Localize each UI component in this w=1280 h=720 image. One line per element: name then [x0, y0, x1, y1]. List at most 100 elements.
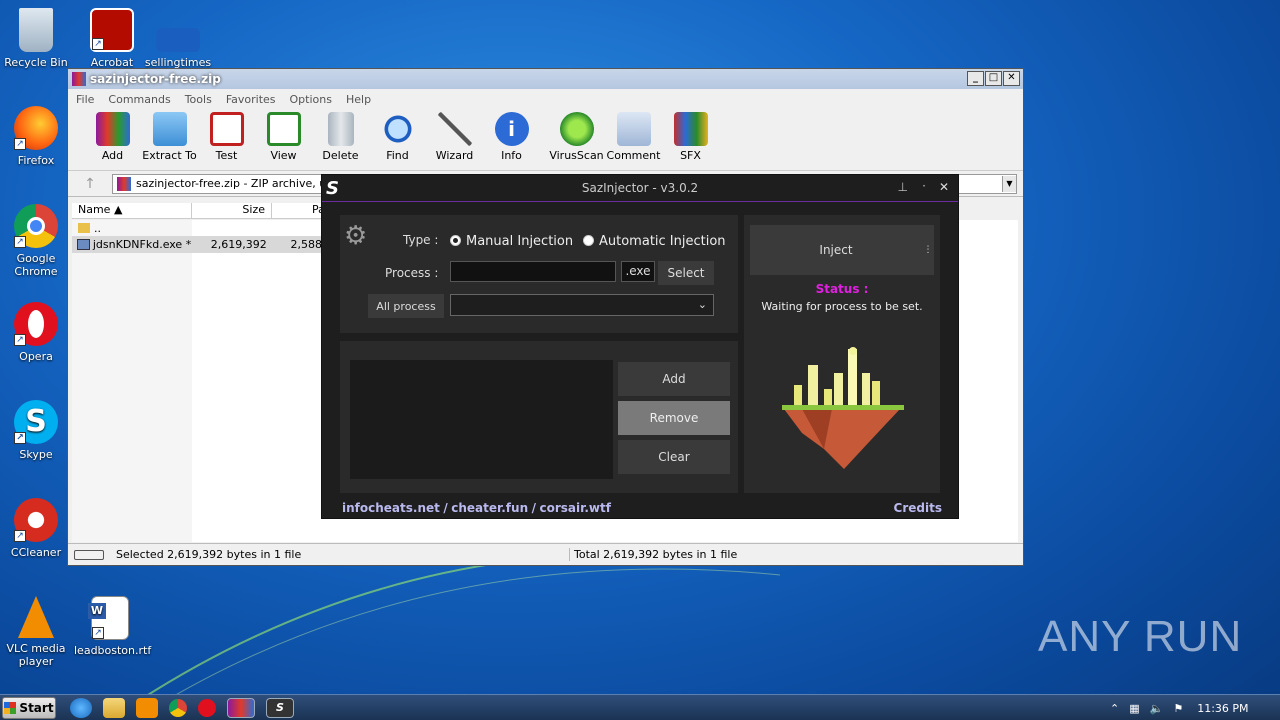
- process-label: Process :: [385, 266, 439, 280]
- clipboard-check-icon: [209, 112, 244, 146]
- automatic-injection-radio[interactable]: Automatic Injection: [583, 234, 726, 249]
- pin-icon[interactable]: ⊥: [898, 180, 908, 194]
- process-dropdown[interactable]: ⌄: [450, 294, 714, 316]
- status-right: Total 2,619,392 bytes in 1 file: [574, 548, 738, 561]
- menu-help[interactable]: Help: [346, 93, 371, 106]
- radio-unchecked-icon: [583, 235, 594, 246]
- tool-info[interactable]: i Info: [483, 112, 540, 162]
- info-icon: i: [494, 112, 529, 146]
- tool-wizard[interactable]: Wizard: [426, 112, 483, 162]
- system-tray: ⌃ ▦ 🔈 ⚑ 11:36 PM: [1108, 695, 1280, 720]
- process-listbox[interactable]: [350, 360, 613, 479]
- tool-test[interactable]: Test: [198, 112, 255, 162]
- media-player-taskbar-icon[interactable]: [136, 697, 158, 718]
- opera-taskbar-icon[interactable]: [198, 698, 216, 717]
- window-title: sazinjector-free.zip: [90, 72, 221, 86]
- add-archive-icon: [95, 112, 130, 146]
- taskbar: Start S ⌃ ▦ 🔈 ⚑ 11:36 PM: [0, 694, 1280, 720]
- sfx-box-icon: [673, 112, 708, 146]
- menu-tools[interactable]: Tools: [185, 93, 212, 106]
- all-process-button[interactable]: All process: [368, 294, 444, 318]
- winrar-titlebar[interactable]: sazinjector-free.zip _ □ ✕: [68, 69, 1023, 89]
- tool-view[interactable]: View: [255, 112, 312, 162]
- add-button[interactable]: Add: [618, 362, 730, 396]
- menu-favorites[interactable]: Favorites: [226, 93, 276, 106]
- address-dropdown-arrow[interactable]: ▼: [1002, 175, 1016, 192]
- process-list-panel: Add Remove Clear: [340, 341, 738, 493]
- type-label: Type :: [403, 233, 439, 247]
- injector-close-button[interactable]: ✕: [939, 180, 949, 194]
- menu-commands[interactable]: Commands: [108, 93, 170, 106]
- credits-link[interactable]: Credits: [894, 501, 942, 515]
- list-item[interactable]: ..: [72, 220, 322, 236]
- process-input[interactable]: [450, 261, 616, 282]
- folder-icon: [152, 112, 187, 146]
- menu-options[interactable]: Options: [290, 93, 332, 106]
- volume-icon[interactable]: 🔈: [1150, 702, 1164, 715]
- comment-icon: [616, 112, 651, 146]
- up-arrow-icon[interactable]: ↑: [68, 176, 112, 192]
- gears-icon: ⚙: [344, 221, 368, 251]
- link-cheater-fun[interactable]: cheater.fun: [451, 501, 528, 515]
- inject-panel: Inject ⋮ Status : Waiting for process to…: [744, 215, 940, 493]
- sidebar-blank: [72, 220, 192, 542]
- sazinjector-taskbar-icon[interactable]: S: [266, 697, 294, 718]
- status-left: Selected 2,619,392 bytes in 1 file: [116, 548, 570, 561]
- list-item-selected[interactable]: jdsnKDNFkd.exe * 2,619,392 2,588: [72, 236, 322, 253]
- injector-minimize-button[interactable]: ·: [922, 179, 926, 193]
- exe-label: .exe: [621, 261, 655, 282]
- chrome-taskbar-icon[interactable]: [169, 698, 187, 717]
- tool-add[interactable]: Add: [84, 112, 141, 162]
- status-bar: Selected 2,619,392 bytes in 1 file Total…: [68, 543, 1023, 565]
- tool-find[interactable]: Find: [369, 112, 426, 162]
- tool-extract[interactable]: Extract To: [141, 112, 198, 162]
- settings-panel: ⚙ Type : Manual Injection Automatic Inje…: [340, 215, 738, 333]
- injector-title: SazInjector - v3.0.2: [581, 181, 699, 195]
- minimize-button[interactable]: _: [967, 71, 984, 86]
- footer-links: infocheats.net / cheater.fun / corsair.w…: [342, 501, 611, 515]
- start-button[interactable]: Start: [2, 696, 56, 719]
- network-icon[interactable]: ▦: [1129, 702, 1139, 715]
- manual-injection-radio[interactable]: Manual Injection: [450, 234, 573, 249]
- maximize-button[interactable]: □: [985, 71, 1002, 86]
- col-packed[interactable]: Pa: [272, 203, 325, 218]
- tool-virusscan[interactable]: VirusScan: [548, 112, 605, 162]
- close-button[interactable]: ✕: [1003, 71, 1020, 86]
- injector-logo-icon: S: [326, 178, 339, 199]
- inject-options-button[interactable]: ⋮: [922, 225, 934, 275]
- menu-file[interactable]: File: [76, 93, 94, 106]
- chevron-down-icon: ⌄: [697, 298, 707, 311]
- toolbar: Add Extract To Test View Delete Find Wiz…: [68, 109, 1023, 171]
- menubar: File Commands Tools Favorites Options He…: [68, 89, 1023, 109]
- trash-icon: [327, 112, 354, 146]
- winrar-taskbar-icon[interactable]: [227, 697, 255, 718]
- select-button[interactable]: Select: [658, 261, 714, 285]
- explorer-taskbar-icon[interactable]: [103, 697, 125, 718]
- link-corsair[interactable]: corsair.wtf: [540, 501, 611, 515]
- tray-expand-icon[interactable]: ⌃: [1110, 702, 1119, 715]
- magic-wand-icon: [437, 112, 472, 146]
- bug-shield-icon: [559, 112, 594, 146]
- floating-city-logo: [782, 347, 904, 469]
- status-title: Status :: [815, 282, 869, 296]
- tool-delete[interactable]: Delete: [312, 112, 369, 162]
- archive-icon: [117, 176, 131, 191]
- column-header: Name ▲ Size Pa: [72, 203, 325, 219]
- tool-sfx[interactable]: SFX: [662, 112, 719, 162]
- clock[interactable]: 11:36 PM: [1197, 702, 1248, 715]
- exe-file-icon: [77, 239, 90, 250]
- ie-taskbar-icon[interactable]: [70, 697, 92, 718]
- flag-icon[interactable]: ⚑: [1173, 702, 1183, 715]
- windows-logo-icon: [4, 701, 17, 714]
- link-infocheats[interactable]: infocheats.net: [342, 501, 440, 515]
- remove-button[interactable]: Remove: [618, 401, 730, 435]
- col-size[interactable]: Size: [192, 203, 272, 218]
- clear-button[interactable]: Clear: [618, 440, 730, 474]
- drive-icon: [74, 549, 104, 560]
- tool-comment[interactable]: Comment: [605, 112, 662, 162]
- col-name[interactable]: Name ▲: [72, 203, 192, 218]
- status-text: Waiting for process to be set.: [761, 300, 923, 313]
- inject-button[interactable]: Inject: [750, 225, 922, 275]
- injector-titlebar[interactable]: S SazInjector - v3.0.2 ⊥ · ✕: [322, 175, 958, 202]
- book-icon: [266, 112, 301, 146]
